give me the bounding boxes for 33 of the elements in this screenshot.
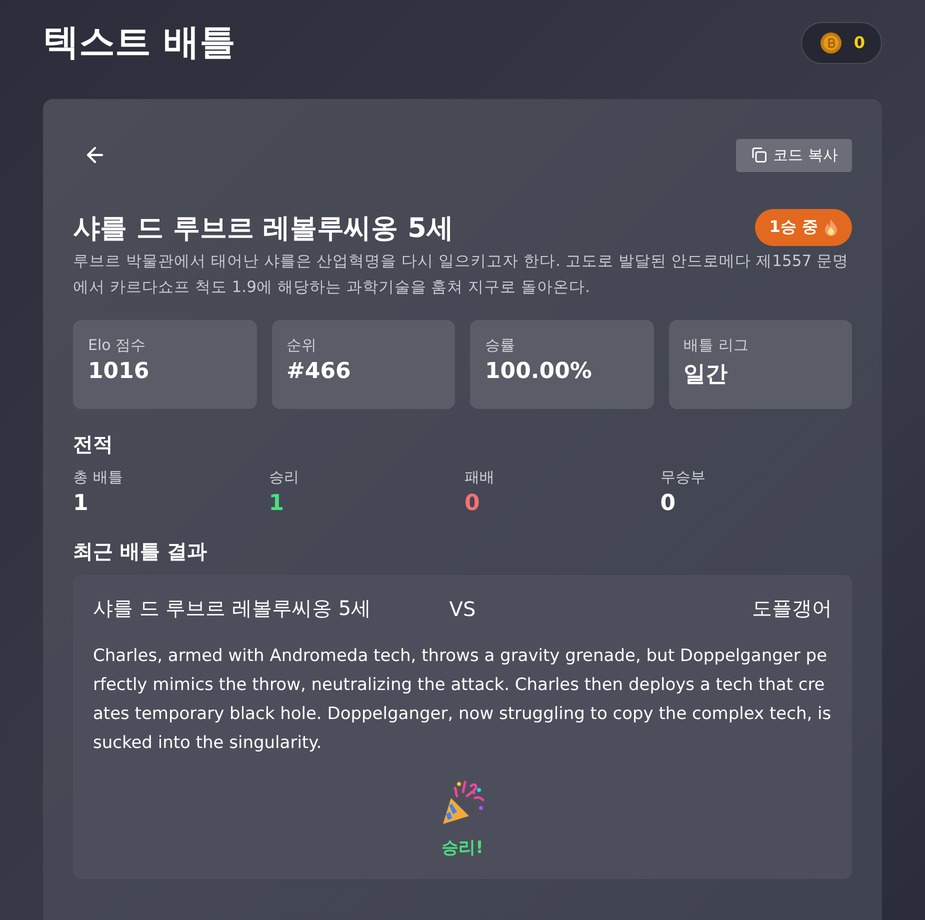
- record-value: 0: [464, 491, 481, 516]
- copy-icon: [750, 146, 768, 164]
- stat-value: 100.00%: [485, 359, 593, 384]
- player-name: 샤를 드 루브르 레볼루씨옹 5세: [93, 595, 372, 622]
- stat-value: 일간: [684, 361, 728, 389]
- record-label: 총 배틀: [73, 468, 124, 487]
- record-value: 1: [73, 491, 90, 516]
- party-popper-icon: [440, 780, 484, 826]
- record-label: 패배: [464, 468, 496, 487]
- section-title: 최근 배틀 결과: [73, 538, 208, 565]
- result-text: 승리!: [442, 837, 484, 859]
- copy-code-button[interactable]: 코드 복사: [736, 138, 852, 172]
- record-value: 1: [268, 491, 286, 516]
- battle-story: Charles, armed with Andromeda tech, throws a gravity grenade, but Doppelganger perfectly mimics the throw, neutralizing the attack. Charles then deploys a tech that creates temporary black hole. Doppelganger, now struggling to copy the complex tech, is sucked into the singularity.: [93, 645, 832, 755]
- section-title: 전적: [73, 431, 114, 458]
- versus-label: VS: [449, 596, 476, 620]
- app-title: 텍스트 배틀: [43, 21, 236, 65]
- opponent-name: 도플갱어: [751, 595, 832, 622]
- win-streak-badge: 1승 중: [755, 209, 852, 246]
- stat-label: 배틀 리그: [684, 336, 750, 355]
- coin-balance[interactable]: 0: [800, 22, 882, 64]
- record-value: 0: [660, 491, 677, 516]
- character-name: 샤를 드 루브르 레볼루씨옹 5세: [73, 212, 454, 246]
- fire-icon: [824, 218, 838, 236]
- stat-label: 순위: [286, 336, 318, 355]
- coin-icon: [820, 32, 842, 54]
- character-description: 루브르 박물관에서 태어난 샤를은 산업혁명을 다시 일으키고자 한다. 고도로 발달된 안드로메다 제1557 문명에서 카르다쇼프 척도 1.9에 해당하는 과학기술을 훔쳐 지구로 돌아온다.: [73, 251, 850, 298]
- stat-label: Elo 점수: [88, 336, 147, 355]
- record-label: 무승부: [660, 468, 706, 487]
- stat-value: #466: [286, 359, 352, 384]
- stat-value: 1016: [88, 359, 150, 384]
- stat-label: 승률: [485, 336, 516, 355]
- record-label: 승리: [268, 468, 300, 487]
